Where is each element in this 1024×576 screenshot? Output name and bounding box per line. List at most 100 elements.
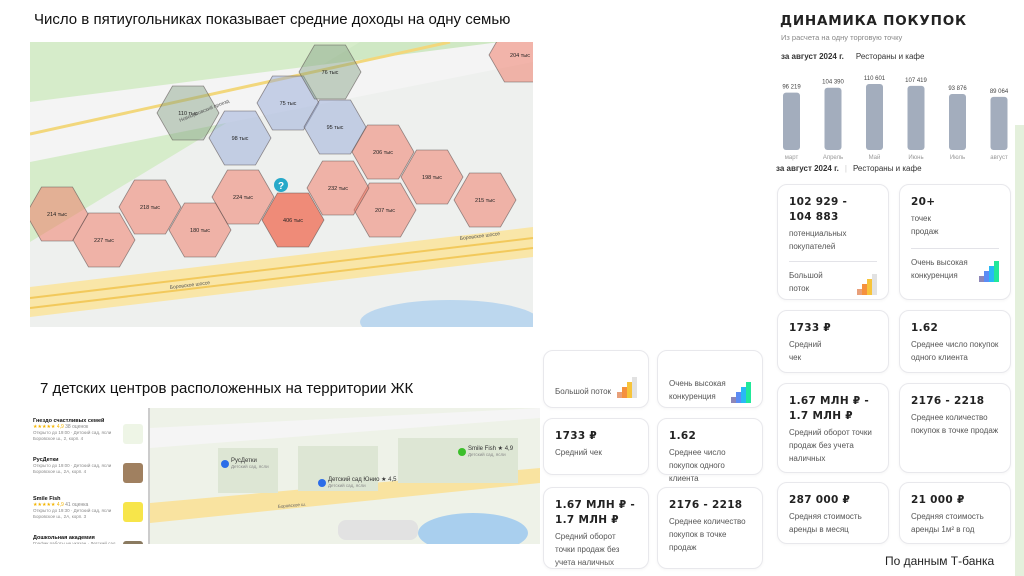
card-value: 287 000 ₽: [789, 494, 851, 506]
card-value: 2176 - 2218: [911, 395, 985, 407]
hex-income-label: 215 тыс: [475, 198, 495, 204]
competition-level-icon: [979, 261, 999, 282]
map-pin[interactable]: Smile Fish ★ 4,9 Детский сад, ясли: [458, 445, 513, 458]
bar-value-label: 107 419: [905, 78, 927, 84]
bar-category-label: Май: [869, 154, 881, 161]
place-thumbnail: [123, 541, 143, 544]
hex-income-label: 76 тыс: [322, 70, 339, 76]
card-desc: Среднее количество покупок в точке прода…: [911, 413, 999, 435]
hex-income-label: 218 тыс: [140, 205, 160, 211]
card-avg-check: 1733 ₽ Средний чек: [777, 310, 889, 373]
bar-category-label: Июнь: [908, 155, 923, 161]
income-hex: [488, 42, 533, 83]
hex-income-label: 180 тыс: [190, 228, 210, 234]
bar: [907, 85, 925, 150]
map-pin[interactable]: РусДетки Детский сад, ясли: [221, 458, 269, 470]
hex-income-label: 75 тыс: [280, 101, 297, 107]
pond: [360, 300, 533, 327]
list-item[interactable]: Гнездо счастливых семей ★★★★★ 4,9 38 оцен…: [33, 418, 143, 451]
bar-value-label: 96 219: [782, 85, 801, 91]
map-edge: [1015, 125, 1024, 576]
hex-income-label: 95 тыс: [327, 125, 344, 131]
hex-income-label: 224 тыс: [233, 195, 253, 201]
category-filter: Рестораны и кафе: [852, 164, 922, 173]
card-desc: Средний оборот точки продаж без учета на…: [555, 532, 620, 567]
list-item[interactable]: РусДетки Открыто до 19:00 · Детский сад, …: [33, 457, 143, 490]
list-item[interactable]: Smile Fish ★★★★★ 4,9 41 оценка Открыто до …: [33, 496, 143, 529]
panel-title: ДИНАМИКА ПОКУПОК: [780, 13, 967, 29]
level-label: Очень высокая конкуренция: [669, 379, 726, 401]
card-flow-dup: Большой поток: [543, 350, 649, 408]
card-desc: Среднее число покупок одного клиента: [911, 340, 999, 362]
card-value: 2176 - 2218: [669, 499, 743, 511]
hex-income-label: 204 тыс: [510, 53, 530, 59]
flow-level-icon: [617, 377, 637, 398]
kids-map-title: 7 детских центров расположенных на терри…: [40, 380, 414, 397]
card-desc: Среднее количество покупок в точке прода…: [669, 517, 746, 552]
filter-row[interactable]: за август 2024 г. Рестораны и кафе: [781, 52, 924, 61]
card-desc: Средняя стоимость аренды 1м² в год: [911, 512, 984, 534]
kids-centers-map: Боровское ш. Гнездо счастливых семей ★★★★…: [28, 408, 540, 544]
category-filter: Рестораны и кафе: [855, 52, 925, 61]
hex-income-label: 406 тыс: [283, 218, 303, 224]
card-purchase-count: 2176 - 2218 Среднее количество покупок в …: [899, 383, 1011, 473]
place-thumbnail: [123, 463, 143, 483]
card-desc: Средний чек: [789, 340, 822, 362]
bar-category-label: август: [990, 155, 1008, 161]
bar: [824, 87, 842, 150]
kids-centers-list[interactable]: Гнездо счастливых семей ★★★★★ 4,9 38 оцен…: [28, 408, 150, 544]
card-turnover: 1.67 МЛН ₽ - 1.7 МЛН ₽ Средний оборот точ…: [777, 383, 889, 473]
card-value: 102 929 - 104 883: [789, 196, 848, 223]
hex-income-label: 206 тыс: [373, 150, 393, 156]
card-value: 1.62: [911, 322, 939, 334]
card-value: 20+: [911, 196, 936, 208]
hex-income-label: 98 тыс: [232, 136, 249, 142]
level-step: [872, 274, 877, 295]
place-info: Открыто до 19:00 · Детский сад, ясли Бор…: [33, 463, 112, 474]
panel-subtitle: Из расчета на одну торговую точку: [781, 33, 903, 42]
bar-category-label: Июль: [950, 155, 965, 161]
bar: [783, 92, 800, 150]
card-desc: Среднее число покупок одного клиента: [669, 448, 726, 483]
competition-level-icon: [731, 382, 751, 403]
card-rent-month: 287 000 ₽ Средняя стоимость аренды в меся…: [777, 482, 889, 544]
card-desc: Средний оборот точки продаж без учета на…: [789, 428, 872, 463]
bar-value-label: 93 876: [948, 86, 967, 92]
flow-level-icon: [857, 274, 877, 295]
bar: [949, 93, 966, 150]
card-purchases-per-client: 1.62 Среднее число покупок одного клиента: [899, 310, 1011, 373]
card-avg-check-dup: 1733 ₽ Средний чек: [543, 418, 649, 475]
level-step: [632, 377, 637, 398]
card-value: 1.62: [669, 430, 697, 442]
card-rent-sqm: 21 000 ₽ Средняя стоимость аренды 1м² в г…: [899, 482, 1011, 544]
card-value: 21 000 ₽: [911, 494, 965, 506]
hex-income-label: 227 тыс: [94, 238, 114, 244]
bar-category-label: Апрель: [823, 155, 843, 161]
level-label: Большой поток: [555, 387, 612, 396]
bar-value-label: 110 601: [864, 76, 886, 82]
card-desc: потенциальных покупателей: [789, 229, 847, 251]
bar-value-label: 89 064: [990, 89, 1009, 95]
level-label: Очень высокая конкуренция: [911, 258, 968, 280]
help-icon-glyph: ?: [278, 181, 284, 192]
card-desc: точек продаж: [911, 214, 939, 236]
bar-category-label: март: [785, 155, 799, 161]
bar: [866, 84, 883, 150]
place-info: График работы не указан · Детский сад, я…: [33, 541, 117, 544]
bar: [990, 96, 1008, 150]
card-purchases-dup: 1.62 Среднее число покупок одного клиента: [657, 418, 763, 483]
card-value: 1.67 МЛН ₽ - 1.7 МЛН ₽: [789, 395, 870, 422]
card-value: 1733 ₽: [789, 322, 831, 334]
card-competition-dup: Очень высокая конкуренция: [657, 350, 763, 408]
level-label: Большой поток: [789, 271, 823, 293]
level-step: [746, 382, 751, 403]
hex-income-label: 232 тыс: [328, 186, 348, 192]
card-value: 1.67 МЛН ₽ - 1.7 МЛН ₽: [555, 499, 636, 526]
list-item[interactable]: Дошкольная академия График работы не указ…: [33, 535, 143, 544]
filter-row-2[interactable]: за август 2024 г. | Рестораны и кафе: [776, 164, 922, 173]
place-thumbnail: [123, 424, 143, 444]
map-pin[interactable]: Детский сад Юнио ★ 4,5 Детский сад, ясли: [318, 476, 397, 489]
bar-value-label: 104 390: [822, 80, 844, 86]
card-value: 1733 ₽: [555, 430, 597, 442]
hex-income-label: 214 тыс: [47, 212, 67, 218]
